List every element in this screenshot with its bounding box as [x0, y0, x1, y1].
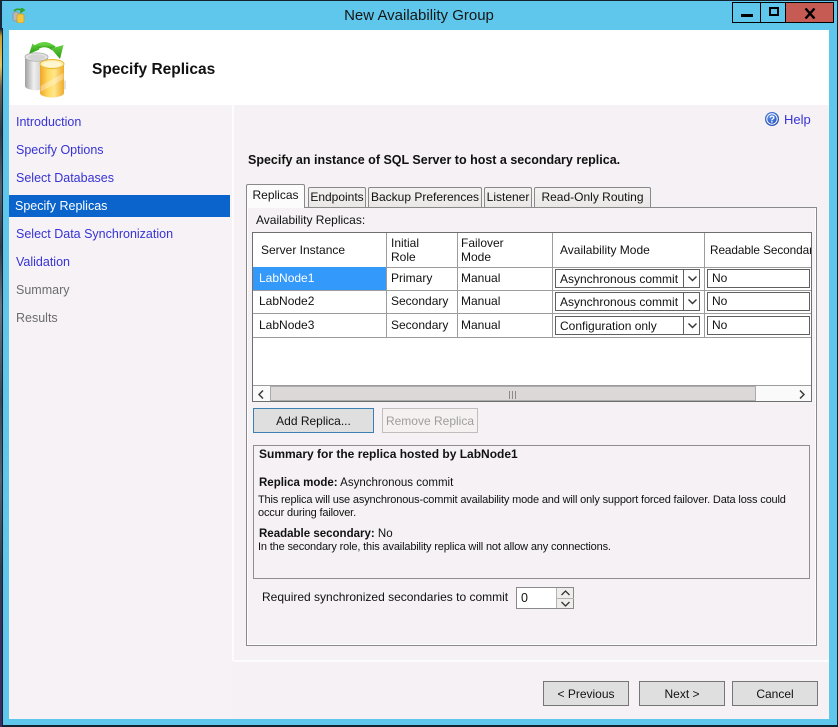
svg-text:?: ?: [769, 115, 775, 126]
